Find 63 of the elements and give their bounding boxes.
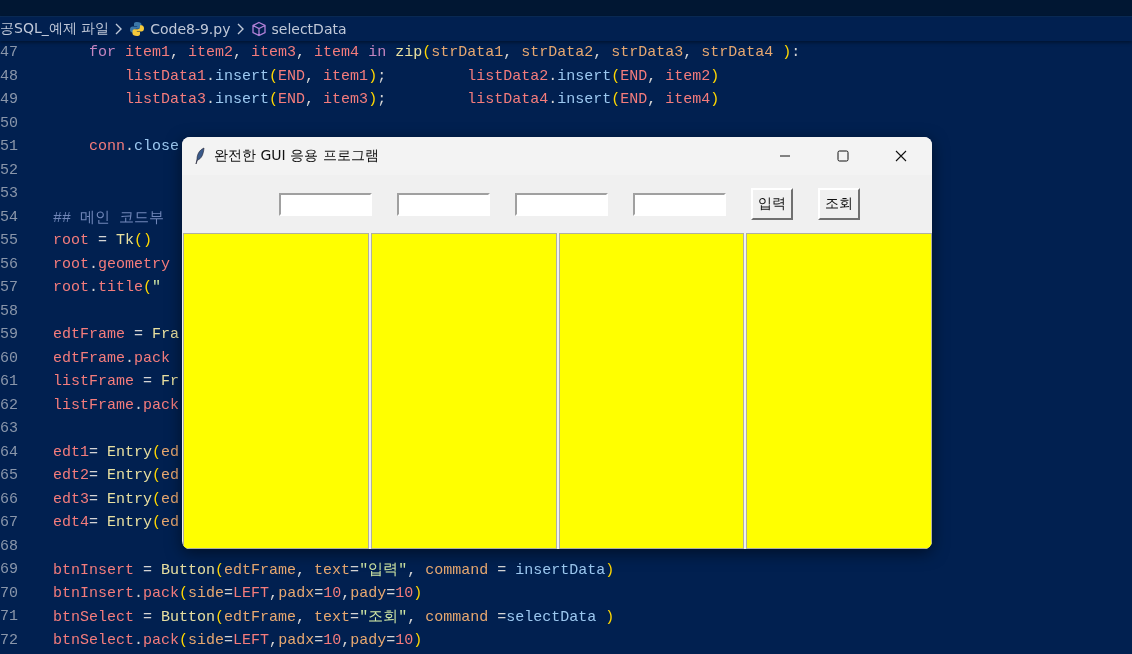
line-number: 56	[0, 255, 19, 273]
chevron-icon	[236, 23, 245, 35]
tk-button[interactable]: 조회	[817, 188, 860, 220]
code-line: btnInsert.pack(side=LEFT,padx=10,pady=10)	[53, 584, 423, 602]
line-number: 70	[0, 584, 19, 602]
line-number: 68	[0, 537, 19, 555]
tk-button[interactable]: 입력	[750, 188, 793, 220]
code-line: edt2= Entry(ed	[53, 467, 180, 485]
code-line: root.geometry	[53, 255, 171, 273]
code-line: listFrame = Fr	[53, 373, 180, 391]
code-line: listData3.insert(END, item3); listData4.insert(END, item4)	[124, 91, 720, 109]
line-number: 69	[0, 561, 19, 579]
chevron-icon	[115, 23, 124, 35]
code-line: root = Tk()	[53, 232, 153, 250]
line-number: 55	[0, 232, 19, 250]
line-number: 52	[0, 161, 19, 179]
line-number: 54	[0, 208, 19, 226]
input-field[interactable]	[514, 192, 608, 216]
code-line: ## 메인 코드부	[53, 208, 164, 227]
breadcrumb-item[interactable]: selectData	[271, 21, 347, 37]
line-number: 60	[0, 349, 19, 367]
input-field[interactable]	[396, 192, 490, 216]
line-number: 59	[0, 326, 19, 344]
code-line: edt1= Entry(ed	[53, 443, 180, 461]
line-number: 71	[0, 608, 19, 626]
code-line: conn.close	[88, 138, 180, 156]
line-number: 72	[0, 631, 19, 649]
cube-icon	[250, 21, 267, 37]
line-number: 49	[0, 91, 19, 109]
line-number: 50	[0, 114, 19, 132]
code-line: btnSelect.pack(side=LEFT,padx=10,pady=10)	[53, 631, 423, 649]
breadcrumb-item[interactable]: 공SQL_예제 파일	[0, 20, 110, 38]
line-number: 48	[0, 67, 19, 85]
maximize-icon	[837, 150, 849, 162]
line-number: 65	[0, 467, 19, 485]
line-number: 53	[0, 185, 19, 203]
input-field[interactable]	[632, 192, 726, 216]
code-line: edt4= Entry(ed	[53, 514, 180, 532]
python-icon	[129, 21, 146, 37]
code-line: btnInsert = Button(edtFrame, text="입력", command = insertData)	[53, 561, 615, 580]
code-line: for item1, item2, item3, item4 in zip(strData1, strData2, strData3, strData4 ):	[88, 44, 801, 62]
code-line: edt3= Entry(ed	[53, 490, 180, 508]
feather-icon	[194, 147, 206, 165]
line-number: 62	[0, 396, 19, 414]
code-line: btnSelect = Button(edtFrame, text="조회", command =selectData )	[53, 608, 615, 627]
line-number: 57	[0, 279, 19, 297]
line-number: 66	[0, 490, 19, 508]
window-title: 완전한 GUI 응용 프로그램	[214, 147, 380, 165]
line-number: 58	[0, 302, 19, 320]
line-number: 67	[0, 514, 19, 532]
line-number: 64	[0, 443, 19, 461]
line-number: 51	[0, 138, 19, 156]
code-line: root.title("	[53, 279, 162, 297]
code-line: listFrame.pack	[53, 396, 180, 414]
code-line: listData1.insert(END, item1); listData2.insert(END, item2)	[124, 67, 720, 85]
code-line: edtFrame.pack	[53, 349, 171, 367]
line-number: 63	[0, 420, 19, 438]
code-line: edtFrame = Fra	[53, 326, 180, 344]
line-number: 61	[0, 373, 19, 391]
line-number: 47	[0, 44, 19, 62]
input-field[interactable]	[278, 192, 372, 216]
close-icon	[895, 150, 907, 162]
breadcrumb-item[interactable]: Code8-9.py	[150, 21, 231, 37]
